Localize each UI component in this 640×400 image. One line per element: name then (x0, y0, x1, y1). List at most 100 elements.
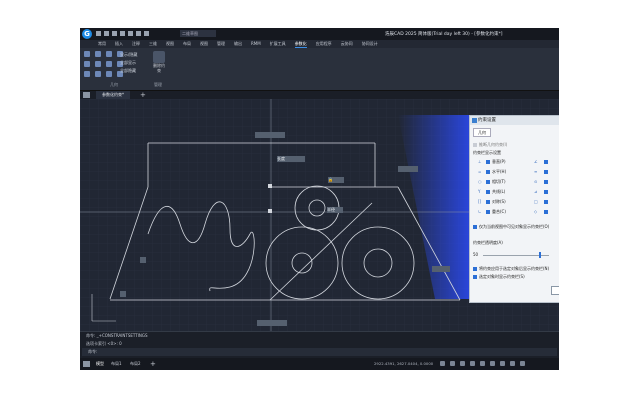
fullscreen-icon[interactable] (520, 361, 525, 366)
constraint-tag-small[interactable] (120, 291, 126, 297)
save-icon[interactable] (112, 31, 117, 36)
dimension-tag-right[interactable] (398, 166, 418, 172)
add-layout-icon[interactable]: + (150, 358, 156, 370)
constraint-settings-dialog: 约束设置 几何 推断几何约束(I) 约束栏显示设置 ⊥ 垂直(P) = 水平(H) … (469, 115, 559, 303)
show-after-apply-checkbox[interactable]: 将约束应用于选定对象后显示约束栏(N) (473, 266, 549, 272)
symmetric-icon[interactable] (106, 71, 112, 77)
ribbon-tab-9[interactable]: RMM (251, 40, 261, 48)
ribbon-tab-13[interactable]: 云协同 (341, 40, 353, 48)
show-all-button[interactable]: 全部显示 (120, 59, 137, 67)
concentric-icon[interactable] (106, 51, 112, 57)
undo-icon[interactable] (136, 31, 141, 36)
tab-model[interactable]: 模型 (96, 358, 104, 370)
app-window: G 二维草图 浩辰CAD 2025 简体版(Trial day left 30)… (80, 28, 559, 370)
lineweight-icon[interactable] (500, 361, 505, 366)
option-horizontal[interactable]: = 水平(H) (478, 168, 506, 175)
option-symmetric[interactable]: [] 对称(S) (478, 198, 506, 205)
ribbon-tab-0[interactable]: 常用 (98, 40, 106, 48)
command-history-line-2: 选项卡索引 <0>: 0 (86, 341, 122, 346)
tangent-icon[interactable] (84, 71, 90, 77)
parallel-icon[interactable] (84, 61, 90, 67)
option-coincident[interactable]: ∟ 重合(C) (478, 208, 506, 215)
ribbon-tab-7[interactable]: 管理 (217, 40, 225, 48)
smooth-icon[interactable] (95, 71, 101, 77)
quick-access-toolbar (96, 31, 149, 36)
slider-knob[interactable] (539, 252, 541, 258)
ribbon-tab-11[interactable]: 参数化 (294, 40, 307, 48)
open-file-icon[interactable] (104, 31, 109, 36)
ribbon-tab-2[interactable]: 注释 (132, 40, 140, 48)
ok-button[interactable] (551, 286, 559, 295)
equal2-symbol-icon: ◇ (534, 209, 538, 214)
ribbon-panel: 显示/隐藏 全部显示 全部隐藏 删除约束 几何 管理 (80, 48, 559, 91)
lock-tag[interactable]: 🔒 (328, 177, 344, 183)
print-icon[interactable] (128, 31, 133, 36)
perpendicular-icon[interactable] (95, 61, 101, 67)
tab-geometric[interactable]: 几何 (473, 128, 491, 137)
app-logo[interactable]: G (82, 29, 92, 39)
equal-symbol-icon: ≡ (534, 169, 538, 174)
checkbox-right-5[interactable] (544, 200, 548, 204)
new-tab-icon[interactable]: + (140, 91, 146, 99)
new-file-icon[interactable] (96, 31, 101, 36)
show-when-selected-checkbox[interactable]: 选定对象时显示约束栏(S) (473, 274, 525, 280)
checkbox-right-1[interactable] (544, 160, 548, 164)
delete-constraint-button[interactable]: 删除约束 (152, 51, 166, 73)
dimension-tag-side[interactable] (432, 266, 450, 272)
ribbon-tab-6[interactable]: 视图 (200, 40, 208, 48)
manage-group-label: 管理 (154, 82, 162, 87)
tab-layout1[interactable]: 布局1 (111, 358, 122, 370)
constraint-tag[interactable] (255, 132, 285, 138)
command-input[interactable]: 命令: (82, 348, 557, 356)
ribbon-tab-12[interactable]: 应用程序 (316, 40, 332, 48)
layout-menu-icon[interactable] (83, 361, 90, 367)
osnap-icon[interactable] (480, 361, 485, 366)
only-visible-checkbox[interactable]: 仅为当前视图中可见对象显示约束栏(O) (473, 224, 549, 230)
dialog-icon (472, 118, 477, 123)
dimension-tag[interactable]: 长度 (277, 156, 305, 162)
coincident-icon[interactable] (84, 51, 90, 57)
infer-constraints-checkbox[interactable]: 推断几何约束(I) (473, 142, 507, 148)
option-perpendicular[interactable]: ⊥ 垂直(P) (478, 158, 506, 165)
horizontal-icon[interactable] (106, 61, 112, 67)
ribbon-tab-4[interactable]: 视图 (166, 40, 174, 48)
save-as-icon[interactable] (120, 31, 125, 36)
ribbon-tab-14[interactable]: 协同设计 (362, 40, 378, 48)
checkbox-right-4[interactable] (544, 190, 548, 194)
constraint-bar-options: 显示/隐藏 全部显示 全部隐藏 (120, 51, 137, 75)
geometric-group-label: 几何 (110, 82, 118, 87)
ribbon-tab-8[interactable]: 输出 (234, 40, 242, 48)
hide-all-button[interactable]: 全部隐藏 (120, 67, 137, 75)
settings-icon[interactable] (510, 361, 515, 366)
checkbox-right-2[interactable] (544, 170, 548, 174)
workspace-selector[interactable]: 二维草图 (180, 30, 216, 37)
polar-icon[interactable] (470, 361, 475, 366)
checkbox-right-6[interactable] (544, 210, 548, 214)
geometric-constraint-icons (84, 51, 124, 77)
tab-layout2[interactable]: 布局2 (130, 358, 141, 370)
document-tab[interactable]: 参数化约束* (96, 91, 130, 99)
collinear-icon[interactable] (95, 51, 101, 57)
otrack-icon[interactable] (490, 361, 495, 366)
ribbon-tab-1[interactable]: 插入 (115, 40, 123, 48)
document-menu-icon[interactable] (83, 92, 90, 98)
transparency-value: 50 (473, 252, 479, 257)
transparency-slider[interactable]: 50 (473, 252, 553, 258)
smooth-symbol-icon: ⊿ (534, 189, 538, 194)
ribbon-tab-3[interactable]: 三维 (149, 40, 157, 48)
ribbon-tab-10[interactable]: 扩展工具 (270, 40, 286, 48)
grid-toggle-icon[interactable] (450, 361, 455, 366)
dimension-tag-bottom[interactable] (257, 320, 287, 326)
show-hide-button[interactable]: 显示/隐藏 (120, 51, 137, 59)
option-collinear[interactable]: Y 共线(L) (478, 188, 505, 195)
radius-tag[interactable]: 半径 (327, 207, 343, 213)
checkbox-right-3[interactable] (544, 180, 548, 184)
title-bar: G 二维草图 浩辰CAD 2025 简体版(Trial day left 30)… (80, 28, 559, 40)
redo-icon[interactable] (144, 31, 149, 36)
drawing-canvas[interactable]: 长度 半径 🔒 约束设置 几何 推断几何约束(I) 约束栏显示设置 ⊥ 垂直(P)… (80, 99, 559, 331)
option-tangent[interactable]: ○ 相切(T) (478, 178, 506, 185)
snap-icon[interactable] (440, 361, 445, 366)
constraint-tag-left[interactable] (140, 257, 146, 263)
ortho-icon[interactable] (460, 361, 465, 366)
ribbon-tab-5[interactable]: 布局 (183, 40, 191, 48)
